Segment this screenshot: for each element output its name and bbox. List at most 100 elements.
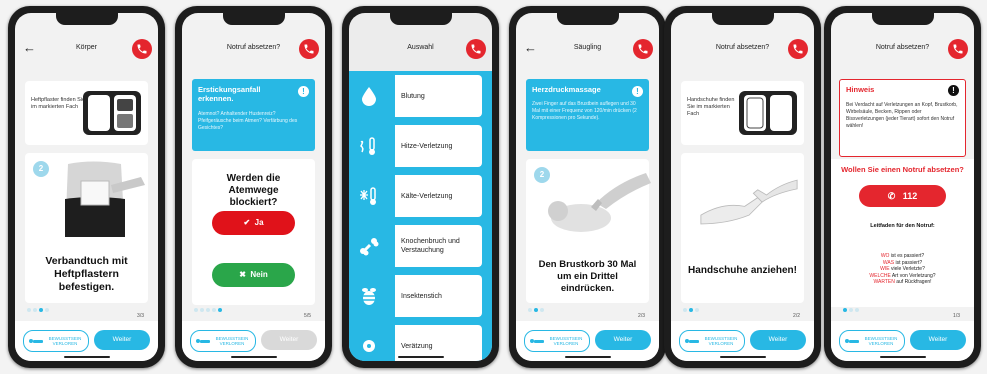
call-112-button[interactable]: ✆ 112 bbox=[859, 185, 946, 207]
category-item-hitze[interactable]: Hitze-Verletzung bbox=[349, 125, 484, 167]
call-number: 112 bbox=[902, 191, 918, 201]
screen: ← Säugling Herzdruckmassage ! Zwei Finge… bbox=[516, 13, 659, 361]
item-icon-cell bbox=[349, 325, 389, 361]
phone-icon bbox=[953, 44, 963, 54]
category-item-kaelte[interactable]: Kälte-Verletzung bbox=[349, 175, 484, 217]
instruction-caption: Verbandtuch mit Heftpflastern befestigen… bbox=[45, 255, 128, 293]
screen: Notruf absetzen? Handschuhe finden Sie i… bbox=[671, 13, 814, 361]
bee-icon bbox=[362, 288, 376, 305]
next-button[interactable]: Weiter bbox=[94, 330, 150, 350]
home-indicator bbox=[63, 356, 110, 358]
unconscious-label: BEWUSSTSEIN VERLOREN bbox=[215, 336, 249, 346]
next-button[interactable]: Weiter bbox=[750, 330, 806, 350]
home-indicator bbox=[719, 356, 766, 358]
instruction-card: 2 Verbandtuch mit Heftpflastern befestig… bbox=[25, 153, 148, 303]
category-label: Blutung bbox=[395, 75, 482, 117]
question-text: Werden die Atemwege blockiert? bbox=[226, 173, 281, 208]
info-box-title: Erstickungsanfall erkennen. bbox=[198, 85, 261, 103]
emergency-call-button[interactable] bbox=[466, 39, 486, 59]
unconscious-button[interactable]: BEWUSSTSEIN VERLOREN bbox=[679, 330, 745, 352]
yes-label: Ja bbox=[254, 218, 264, 227]
pager-dot bbox=[540, 308, 544, 312]
guide-keyword: WARTEN bbox=[873, 279, 895, 285]
next-button-disabled[interactable]: Weiter bbox=[261, 330, 317, 350]
home-indicator bbox=[230, 356, 277, 358]
pager-dot bbox=[849, 308, 853, 312]
info-box: Herzdruckmassage ! Zwei Finger auf das B… bbox=[526, 79, 649, 151]
pager-dot bbox=[683, 308, 687, 312]
pager-dots bbox=[194, 299, 224, 317]
phone-icon bbox=[793, 44, 803, 54]
unconscious-button[interactable]: BEWUSSTSEIN VERLOREN bbox=[190, 330, 256, 352]
pager-dot bbox=[200, 308, 204, 312]
header: Notruf absetzen? bbox=[831, 39, 974, 63]
unconscious-button[interactable]: BEWUSSTSEIN VERLOREN bbox=[23, 330, 89, 352]
home-indicator bbox=[397, 356, 444, 358]
question-card: Werden die Atemwege blockiert? ✔ Ja ✖ Ne… bbox=[192, 159, 315, 305]
info-icon[interactable]: ! bbox=[632, 86, 643, 97]
screen: ← Körper Heftpflaster finden Sie im mark… bbox=[15, 13, 158, 361]
pager-dot bbox=[695, 308, 699, 312]
guide-text: viele Verletzte? bbox=[889, 266, 925, 272]
infant-cpr-illustration bbox=[548, 173, 651, 232]
emergency-call-button[interactable] bbox=[788, 39, 808, 59]
category-label: Hitze-Verletzung bbox=[395, 125, 482, 167]
next-button[interactable]: Weiter bbox=[595, 330, 651, 350]
instruction-card: Handschuhe anziehen! bbox=[681, 153, 804, 303]
emergency-call-button[interactable] bbox=[633, 39, 653, 59]
warning-body: Bei Verdacht auf Verletzungen an Kopf, B… bbox=[846, 102, 958, 129]
screen: Auswahl Blutung Hitze-Verletzung Kälte-V… bbox=[349, 13, 492, 361]
bottom-bar: BEWUSSTSEIN VERLOREN Weiter bbox=[182, 321, 325, 361]
unconscious-button[interactable]: BEWUSSTSEIN VERLOREN bbox=[839, 330, 905, 352]
unconscious-label: BEWUSSTSEIN VERLOREN bbox=[864, 336, 898, 346]
pager-dot bbox=[45, 308, 49, 312]
category-list: Blutung Hitze-Verletzung Kälte-Verletzun… bbox=[349, 71, 492, 361]
home-indicator bbox=[564, 356, 611, 358]
guide-list: WO ist es passiert? WAS ist passiert? WI… bbox=[831, 253, 974, 286]
category-label: Knochenbruch und Verstauchung bbox=[395, 225, 482, 267]
no-label: Nein bbox=[250, 270, 268, 279]
next-button[interactable]: Weiter bbox=[910, 330, 966, 350]
screen: Notruf absetzen? Hinweis ! Bei Verdacht … bbox=[831, 13, 974, 361]
category-item-insektenstich[interactable]: Insektenstich bbox=[349, 275, 484, 317]
guide-keyword: WELCHE bbox=[869, 272, 891, 279]
no-button[interactable]: ✖ Nein bbox=[212, 263, 295, 287]
phone-screen-notruf: Notruf absetzen? Hinweis ! Bei Verdacht … bbox=[824, 6, 981, 368]
phone-screen-koerper: ← Körper Heftpflaster finden Sie im mark… bbox=[8, 6, 165, 368]
pager-dot bbox=[206, 308, 210, 312]
emergency-call-button[interactable] bbox=[948, 39, 968, 59]
pager-dot bbox=[212, 308, 216, 312]
info-box-body: Atemnot? Anhaltender Hustenreiz? Pfeifge… bbox=[198, 111, 298, 131]
unconscious-label: BEWUSSTSEIN VERLOREN bbox=[549, 336, 583, 346]
pager-dots bbox=[528, 299, 546, 317]
emergency-call-button[interactable] bbox=[299, 39, 319, 59]
pager-dot-active bbox=[218, 308, 222, 312]
lying-person-icon bbox=[29, 339, 43, 343]
instruction-card: 2 Den Brustkorb 30 Mal um ein Drittel ei… bbox=[526, 159, 651, 303]
info-icon[interactable]: ! bbox=[298, 86, 309, 97]
phone-icon bbox=[304, 44, 314, 54]
bottom-bar: BEWUSSTSEIN VERLOREN Weiter bbox=[671, 321, 814, 361]
instruction-caption: Handschuhe anziehen! bbox=[688, 265, 797, 276]
phone-screen-saeugling: ← Säugling Herzdruckmassage ! Zwei Finge… bbox=[509, 6, 666, 368]
lying-person-icon bbox=[845, 339, 859, 343]
category-item-blutung[interactable]: Blutung bbox=[349, 75, 484, 117]
yes-button[interactable]: ✔ Ja bbox=[212, 211, 295, 235]
category-item-knochenbruch[interactable]: Knochenbruch und Verstauchung bbox=[349, 225, 484, 267]
category-label: Kälte-Verletzung bbox=[395, 175, 482, 217]
pager-dot-active bbox=[843, 308, 847, 312]
pager-dot bbox=[33, 308, 37, 312]
notch bbox=[389, 13, 452, 25]
drop-icon bbox=[362, 87, 376, 106]
unconscious-button[interactable]: BEWUSSTSEIN VERLOREN bbox=[524, 330, 590, 352]
phone-icon bbox=[638, 44, 648, 54]
lying-person-icon bbox=[685, 339, 699, 343]
gloves-illustration bbox=[700, 179, 798, 225]
pager-dot-active bbox=[534, 308, 538, 312]
bottom-bar: BEWUSSTSEIN VERLOREN Weiter bbox=[15, 321, 158, 361]
page-counter: 2/3 bbox=[638, 313, 645, 319]
page-counter: 3/3 bbox=[137, 313, 144, 319]
heat-thermometer-icon bbox=[360, 137, 375, 155]
emergency-call-button[interactable] bbox=[132, 39, 152, 59]
bone-icon bbox=[360, 238, 379, 256]
